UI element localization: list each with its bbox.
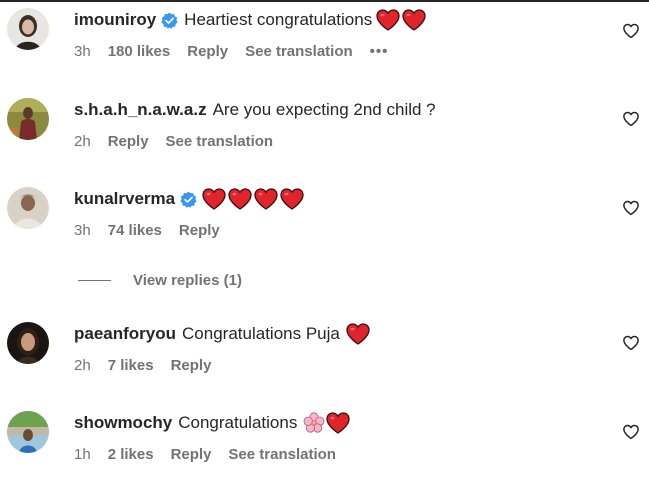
- cherry-blossom-emoji: [303, 412, 325, 434]
- red-heart-emoji: [254, 188, 278, 210]
- reply-button[interactable]: Reply: [171, 446, 212, 463]
- red-heart-emoji: [326, 412, 350, 434]
- comment-text: Heartiest congratulations: [184, 10, 373, 29]
- red-heart-emoji: [402, 9, 426, 31]
- like-heart-outline-icon[interactable]: [622, 110, 640, 128]
- verified-badge-icon: [180, 191, 197, 208]
- reply-button[interactable]: Reply: [179, 222, 220, 239]
- see-translation-button[interactable]: See translation: [166, 133, 274, 150]
- comment-body: paeanforyou Congratulations Puja: [74, 322, 370, 346]
- red-heart-emoji: [228, 188, 252, 210]
- avatar[interactable]: [7, 98, 49, 140]
- comment-body: showmochy Congratulations: [74, 411, 350, 435]
- red-heart-emoji: [346, 323, 370, 345]
- more-options-icon[interactable]: •••: [370, 43, 389, 60]
- comment-text: Congratulations Puja: [182, 324, 340, 343]
- username[interactable]: kunalrverma: [74, 189, 175, 209]
- top-border: [0, 0, 649, 2]
- timestamp[interactable]: 3h: [74, 222, 91, 239]
- reply-button[interactable]: Reply: [187, 43, 228, 60]
- comment-item: s.h.a.h_n.a.w.a.z Are you expecting 2nd …: [0, 98, 649, 158]
- verified-badge-icon: [161, 12, 178, 29]
- comment-meta: 2h 7 likes Reply: [74, 355, 228, 375]
- see-translation-button[interactable]: See translation: [245, 43, 353, 60]
- likes-count[interactable]: 2 likes: [108, 446, 154, 463]
- comment-meta: 1h 2 likes Reply See translation: [74, 444, 353, 464]
- reply-button[interactable]: Reply: [171, 357, 212, 374]
- avatar[interactable]: [7, 322, 49, 364]
- comment-body: s.h.a.h_n.a.w.a.z Are you expecting 2nd …: [74, 98, 436, 122]
- like-heart-outline-icon[interactable]: [622, 423, 640, 441]
- comment-item: paeanforyou Congratulations Puja 2h 7 li…: [0, 322, 649, 382]
- avatar[interactable]: [7, 187, 49, 229]
- username[interactable]: imouniroy: [74, 10, 156, 30]
- reply-button[interactable]: Reply: [108, 133, 149, 150]
- likes-count[interactable]: 180 likes: [108, 43, 171, 60]
- like-heart-outline-icon[interactable]: [622, 22, 640, 40]
- view-replies-label[interactable]: View replies (1): [133, 272, 242, 289]
- see-translation-button[interactable]: See translation: [228, 446, 336, 463]
- comment-item: showmochy Congratulations 1h 2 likes Rep…: [0, 411, 649, 471]
- comment-meta: 3h 180 likes Reply See translation •••: [74, 41, 388, 61]
- comment-meta: 2h Reply See translation: [74, 131, 290, 151]
- red-heart-emoji: [376, 9, 400, 31]
- red-heart-emoji: [280, 188, 304, 210]
- like-heart-outline-icon[interactable]: [622, 199, 640, 217]
- timestamp[interactable]: 2h: [74, 133, 91, 150]
- comment-meta: 3h 74 likes Reply: [74, 220, 237, 240]
- view-replies-divider: [78, 279, 111, 281]
- avatar[interactable]: [7, 8, 49, 50]
- view-replies-button[interactable]: View replies (1): [78, 270, 242, 290]
- timestamp[interactable]: 1h: [74, 446, 91, 463]
- red-heart-emoji: [202, 188, 226, 210]
- comment-body: imouniroy Heartiest congratulations: [74, 8, 426, 32]
- like-heart-outline-icon[interactable]: [622, 334, 640, 352]
- avatar[interactable]: [7, 411, 49, 453]
- comment-item: kunalrverma 3h 74 likes Reply: [0, 187, 649, 247]
- comment-text: Congratulations: [178, 413, 298, 432]
- username[interactable]: paeanforyou: [74, 324, 176, 344]
- comment-item: imouniroy Heartiest congratulations 3h 1…: [0, 8, 649, 68]
- timestamp[interactable]: 3h: [74, 43, 91, 60]
- timestamp[interactable]: 2h: [74, 357, 91, 374]
- likes-count[interactable]: 74 likes: [108, 222, 162, 239]
- likes-count[interactable]: 7 likes: [108, 357, 154, 374]
- username[interactable]: s.h.a.h_n.a.w.a.z: [74, 100, 207, 120]
- comment-body: kunalrverma: [74, 187, 304, 211]
- username[interactable]: showmochy: [74, 413, 172, 433]
- comment-text: Are you expecting 2nd child ?: [212, 100, 436, 119]
